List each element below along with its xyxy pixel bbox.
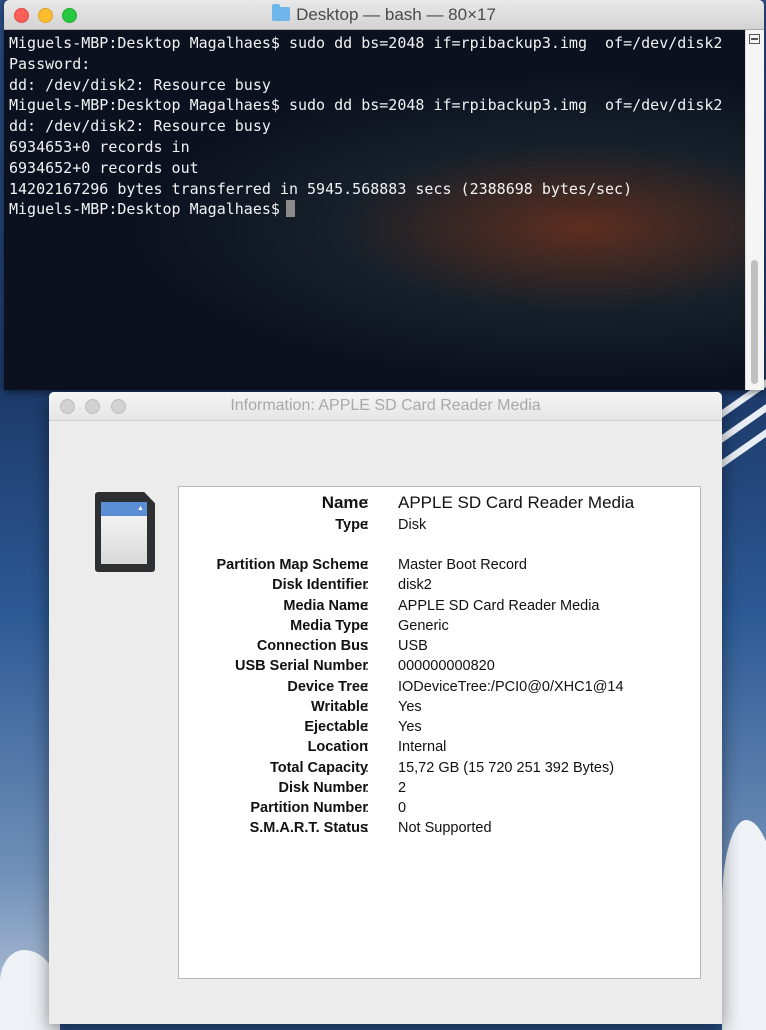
- info-value: Master Boot Record: [398, 557, 527, 573]
- info-label: S.M.A.R.T. Status: [249, 820, 368, 836]
- terminal-title: Desktop — bash — 80×17: [4, 0, 764, 29]
- info-value: 15,72 GB (15 720 251 392 Bytes): [398, 760, 615, 776]
- info-label: Partition Number: [250, 800, 368, 816]
- info-value: IODeviceTree:/PCI0@0/XHC1@14: [398, 679, 624, 695]
- info-colon: :: [365, 577, 370, 593]
- info-label: Disk Identifier: [272, 577, 368, 593]
- folder-icon: [272, 4, 291, 21]
- info-colon: :: [365, 679, 370, 695]
- scrollbar-thumb[interactable]: [751, 260, 758, 384]
- info-colon: :: [365, 658, 370, 674]
- terminal-scrollbar[interactable]: [745, 30, 764, 390]
- info-value: 0: [398, 800, 407, 816]
- info-titlebar[interactable]: Information: APPLE SD Card Reader Media: [49, 392, 722, 421]
- info-value: Internal: [398, 739, 447, 755]
- info-label: Writable: [311, 699, 368, 715]
- info-label: USB Serial Number: [235, 658, 368, 674]
- terminal-line: 6934653+0 records in: [9, 137, 190, 156]
- terminal-line: Password:: [9, 54, 91, 73]
- info-colon: :: [365, 495, 370, 511]
- info-value: 000000000820: [398, 658, 495, 674]
- info-row: Total Capacity: 15,72 GB (15 720 251 392 …: [179, 760, 702, 780]
- terminal-line: Miguels-MBP:Desktop Magalhaes$ sudo dd b…: [9, 34, 723, 52]
- info-value: 2: [398, 780, 407, 796]
- info-row: Type: Disk: [179, 517, 702, 537]
- info-value: APPLE SD Card Reader Media: [398, 598, 600, 614]
- info-value: Not Supported: [398, 820, 492, 836]
- info-value: Yes: [398, 699, 422, 715]
- terminal-title-text: Desktop — bash — 80×17: [296, 5, 496, 24]
- terminal-titlebar[interactable]: Desktop — bash — 80×17: [4, 0, 764, 30]
- info-window[interactable]: Information: APPLE SD Card Reader Media …: [49, 392, 722, 1024]
- info-value: disk2: [398, 577, 432, 593]
- info-row: S.M.A.R.T. Status: Not Supported: [179, 820, 702, 840]
- info-value: Yes: [398, 719, 422, 735]
- terminal-line: dd: /dev/disk2: Resource busy: [9, 117, 271, 136]
- info-row: USB Serial Number: 000000000820: [179, 658, 702, 678]
- info-row: Disk Identifier: disk2: [179, 577, 702, 597]
- info-row: Location: Internal: [179, 739, 702, 759]
- info-label: Media Type: [290, 618, 368, 634]
- info-colon: :: [365, 780, 370, 796]
- terminal-line: Miguels-MBP:Desktop Magalhaes$ sudo dd b…: [9, 96, 723, 115]
- info-label: Connection Bus: [256, 638, 368, 654]
- info-label: Media Name: [283, 598, 368, 614]
- info-label: Device Tree: [287, 679, 368, 695]
- info-label: Name: [321, 493, 368, 512]
- terminal-prompt-line[interactable]: Miguels-MBP:Desktop Magalhaes$: [9, 199, 722, 220]
- info-row: Media Name: APPLE SD Card Reader Media: [179, 598, 702, 618]
- info-row: Device Tree: IODeviceTree:/PCI0@0/XHC1@14: [179, 679, 702, 699]
- info-colon: :: [365, 557, 370, 573]
- info-row: Writable: Yes: [179, 699, 702, 719]
- sd-card-icon: ▲: [95, 492, 155, 572]
- info-row: Connection Bus: USB: [179, 638, 702, 658]
- info-row: Partition Map Scheme: Master Boot Record: [179, 557, 702, 577]
- info-colon: :: [365, 739, 370, 755]
- terminal-output: Miguels-MBP:Desktop Magalhaes$ sudo dd b…: [9, 33, 722, 220]
- info-label: Ejectable: [304, 719, 368, 735]
- scroll-split-icon[interactable]: [749, 34, 760, 44]
- info-label: Type: [335, 517, 368, 533]
- info-colon: :: [365, 638, 370, 654]
- info-row: Ejectable: Yes: [179, 719, 702, 739]
- terminal-content[interactable]: Miguels-MBP:Desktop Magalhaes$ sudo dd b…: [4, 30, 746, 390]
- info-colon: :: [365, 800, 370, 816]
- info-colon: :: [365, 598, 370, 614]
- info-title: Information: APPLE SD Card Reader Media: [230, 397, 541, 414]
- info-value: Disk: [398, 517, 427, 533]
- info-label: Total Capacity: [269, 760, 368, 776]
- info-value: USB: [398, 638, 428, 654]
- info-colon: :: [365, 699, 370, 715]
- terminal-line: dd: /dev/disk2: Resource busy: [9, 75, 271, 94]
- info-row: Partition Number: 0: [179, 800, 702, 820]
- terminal-line: 6934652+0 records out: [9, 158, 199, 177]
- info-row: Name: APPLE SD Card Reader Media: [179, 493, 702, 513]
- info-value: Generic: [398, 618, 449, 634]
- terminal-prompt: Miguels-MBP:Desktop Magalhaes$: [9, 200, 280, 219]
- terminal-line: 14202167296 bytes transferred in 5945.56…: [9, 179, 633, 198]
- info-row: Disk Number: 2: [179, 780, 702, 800]
- info-label: Location: [307, 739, 368, 755]
- info-label: Disk Number: [278, 780, 368, 796]
- terminal-window[interactable]: Desktop — bash — 80×17 Miguels-MBP:Deskt…: [4, 0, 764, 390]
- info-row: Media Type: Generic: [179, 618, 702, 638]
- desktop-snow: [722, 820, 766, 1030]
- info-label: Partition Map Scheme: [216, 557, 368, 573]
- info-panel: Name: APPLE SD Card Reader Media Type: Dis…: [178, 486, 701, 979]
- info-colon: :: [365, 517, 370, 533]
- info-value: APPLE SD Card Reader Media: [398, 493, 635, 512]
- terminal-cursor: [285, 200, 295, 218]
- info-colon: :: [365, 618, 370, 634]
- info-colon: :: [365, 719, 370, 735]
- info-colon: :: [365, 820, 370, 836]
- info-colon: :: [365, 760, 370, 776]
